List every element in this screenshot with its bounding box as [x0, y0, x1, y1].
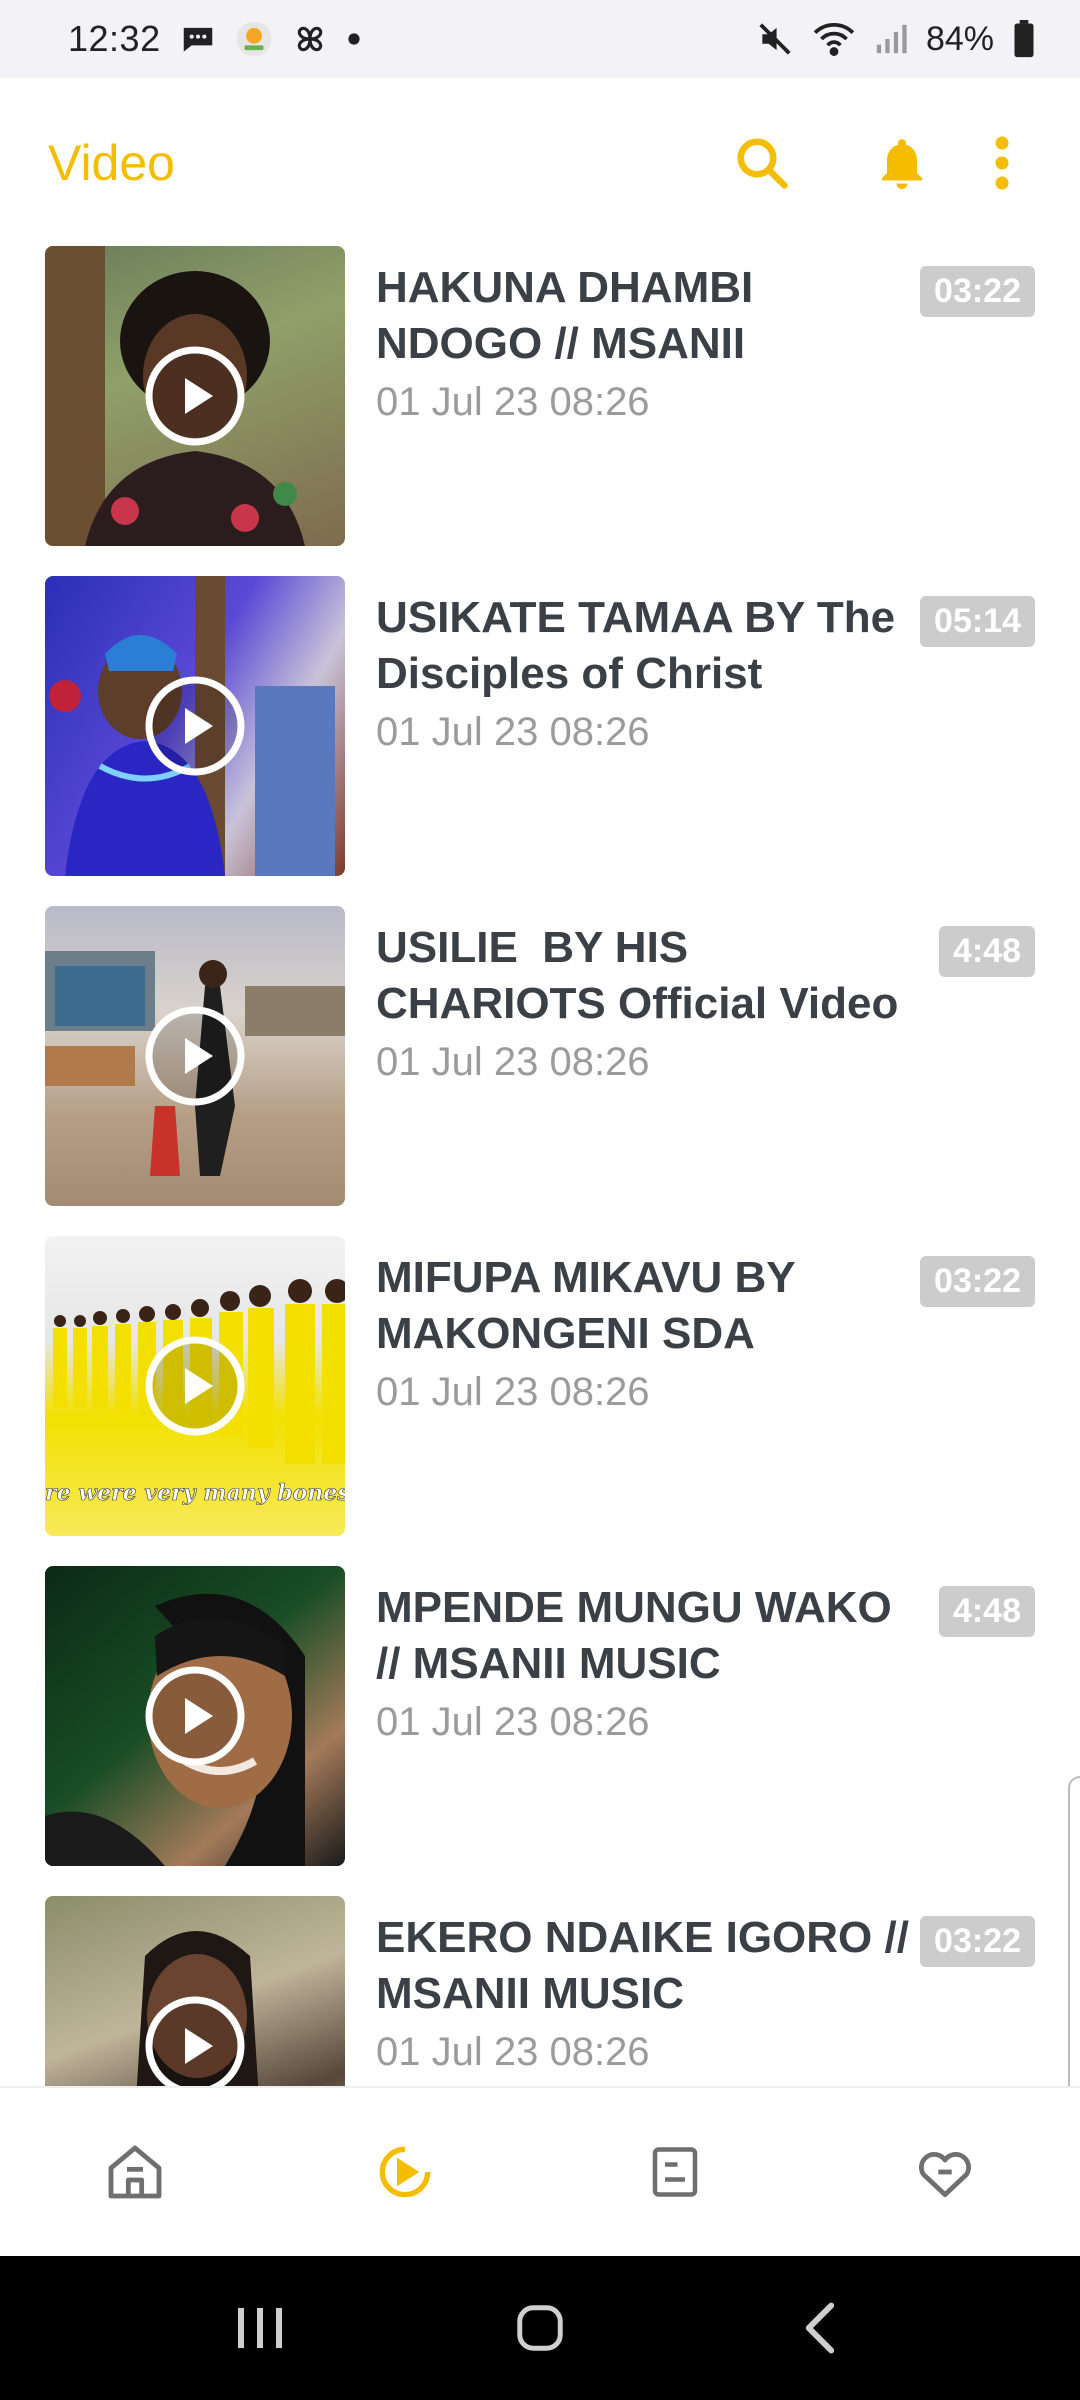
- video-list-item[interactable]: HAKUNA DHAMBI NDOGO // MSANII 01 Jul 23 …: [0, 246, 1080, 576]
- duration-badge: 4:48: [938, 926, 1035, 977]
- battery-percent: 84%: [925, 19, 994, 58]
- favorites-heart-icon: [919, 2152, 971, 2198]
- news-icon: [652, 2147, 698, 2197]
- recents-button[interactable]: [200, 2278, 320, 2378]
- video-date: 01 Jul 23 08:26: [376, 380, 650, 424]
- page-title: Video: [48, 135, 175, 191]
- video-thumbnail[interactable]: [45, 1566, 345, 1866]
- play-icon: [145, 1996, 245, 2086]
- notifications-button[interactable]: [832, 113, 972, 213]
- play-icon: [145, 1666, 245, 1766]
- video-list[interactable]: HAKUNA DHAMBI NDOGO // MSANII 01 Jul 23 …: [0, 246, 1080, 2086]
- video-info: USIKATE TAMAA BY The Disciples of Christ…: [345, 576, 1035, 906]
- more-options-button[interactable]: [972, 113, 1032, 213]
- back-icon: [805, 2302, 835, 2354]
- system-nav-bar: [0, 2256, 1080, 2400]
- video-date: 01 Jul 23 08:26: [376, 710, 650, 754]
- status-bar: 12:32 84%: [0, 0, 1080, 78]
- video-date: 01 Jul 23 08:26: [376, 1700, 650, 1744]
- recents-icon: [238, 2308, 282, 2348]
- video-list-item[interactable]: USILIE BY HIS CHARIOTS Official Video 01…: [0, 906, 1080, 1236]
- play-icon: [145, 1006, 245, 1106]
- video-title: USILIE BY HIS CHARIOTS Official Video: [376, 923, 899, 1028]
- video-info: MPENDE MUNGU WAKO // MSANII MUSIC 01 Jul…: [345, 1566, 1035, 1896]
- status-time: 12:32: [68, 18, 161, 59]
- dot-icon: [347, 32, 361, 46]
- video-thumbnail[interactable]: [45, 906, 345, 1206]
- status-right: 84%: [756, 20, 1036, 59]
- nav-video[interactable]: [325, 2112, 485, 2232]
- nav-favorites[interactable]: [865, 2112, 1025, 2232]
- video-date: 01 Jul 23 08:26: [376, 1370, 650, 1414]
- nav-home[interactable]: [55, 2112, 215, 2232]
- bell-icon: [882, 139, 922, 189]
- home-circle-icon: [517, 2305, 563, 2351]
- video-list-item[interactable]: MPENDE MUNGU WAKO // MSANII MUSIC 01 Jul…: [0, 1566, 1080, 1896]
- search-button[interactable]: [692, 113, 832, 213]
- duration-badge: 05:14: [920, 596, 1035, 647]
- video-thumbnail[interactable]: [45, 576, 345, 876]
- battery-icon: [1012, 20, 1036, 58]
- nav-news[interactable]: [595, 2112, 755, 2232]
- play-icon: [145, 676, 245, 776]
- search-icon: [737, 138, 788, 189]
- scrollbar-thumb[interactable]: [1068, 1776, 1080, 2116]
- app-header: Video: [0, 78, 1080, 248]
- chat-bubble-icon: [179, 20, 217, 58]
- bottom-nav: [0, 2086, 1080, 2256]
- play-icon: [145, 346, 245, 446]
- video-title: MPENDE MUNGU WAKO // MSANII MUSIC: [376, 1583, 892, 1688]
- video-thumbnail[interactable]: [45, 1896, 345, 2086]
- mute-icon: [756, 20, 794, 58]
- duration-badge: 03:22: [920, 266, 1035, 317]
- status-left: 12:32: [68, 18, 361, 60]
- video-list-item[interactable]: EKERO NDAIKE IGORO // MSANII MUSIC 01 Ju…: [0, 1896, 1080, 2086]
- video-title: EKERO NDAIKE IGORO // MSANII MUSIC: [376, 1913, 909, 2018]
- signal-icon: [874, 22, 908, 56]
- wifi-icon: [812, 20, 856, 58]
- pinwheel-icon: [291, 20, 329, 58]
- app-logo-icon: [235, 20, 273, 58]
- home-system-button[interactable]: [480, 2278, 600, 2378]
- home-icon: [108, 2145, 162, 2199]
- video-play-icon: [379, 2146, 431, 2198]
- video-info: USILIE BY HIS CHARIOTS Official Video 01…: [345, 906, 1035, 1236]
- video-date: 01 Jul 23 08:26: [376, 2030, 650, 2074]
- thumbnail-caption: re were very many bones: [45, 1480, 345, 1506]
- video-title: MIFUPA MIKAVU BY MAKONGENI SDA: [376, 1253, 795, 1358]
- video-list-item[interactable]: USIKATE TAMAA BY The Disciples of Christ…: [0, 576, 1080, 906]
- video-title: HAKUNA DHAMBI NDOGO // MSANII: [376, 263, 754, 368]
- video-info: HAKUNA DHAMBI NDOGO // MSANII 01 Jul 23 …: [345, 246, 1035, 576]
- screen: 12:32 84% Video HAKUNA DHAMBI NDOGO // M…: [0, 0, 1080, 2400]
- duration-badge: 03:22: [920, 1256, 1035, 1307]
- duration-badge: 4:48: [938, 1586, 1035, 1637]
- video-thumbnail[interactable]: [45, 246, 345, 546]
- header-actions: [692, 113, 1032, 213]
- video-list-item[interactable]: re were very many bones MIFUPA MIKAVU BY…: [0, 1236, 1080, 1566]
- video-info: EKERO NDAIKE IGORO // MSANII MUSIC 01 Ju…: [345, 1896, 1035, 2086]
- back-button[interactable]: [760, 2278, 880, 2378]
- video-info: MIFUPA MIKAVU BY MAKONGENI SDA 01 Jul 23…: [345, 1236, 1035, 1566]
- play-icon: [145, 1336, 245, 1436]
- duration-badge: 03:22: [920, 1916, 1035, 1967]
- more-vert-icon: [995, 136, 1009, 190]
- video-thumbnail[interactable]: re were very many bones: [45, 1236, 345, 1536]
- video-title: USIKATE TAMAA BY The Disciples of Christ: [376, 593, 896, 698]
- video-date: 01 Jul 23 08:26: [376, 1040, 650, 1084]
